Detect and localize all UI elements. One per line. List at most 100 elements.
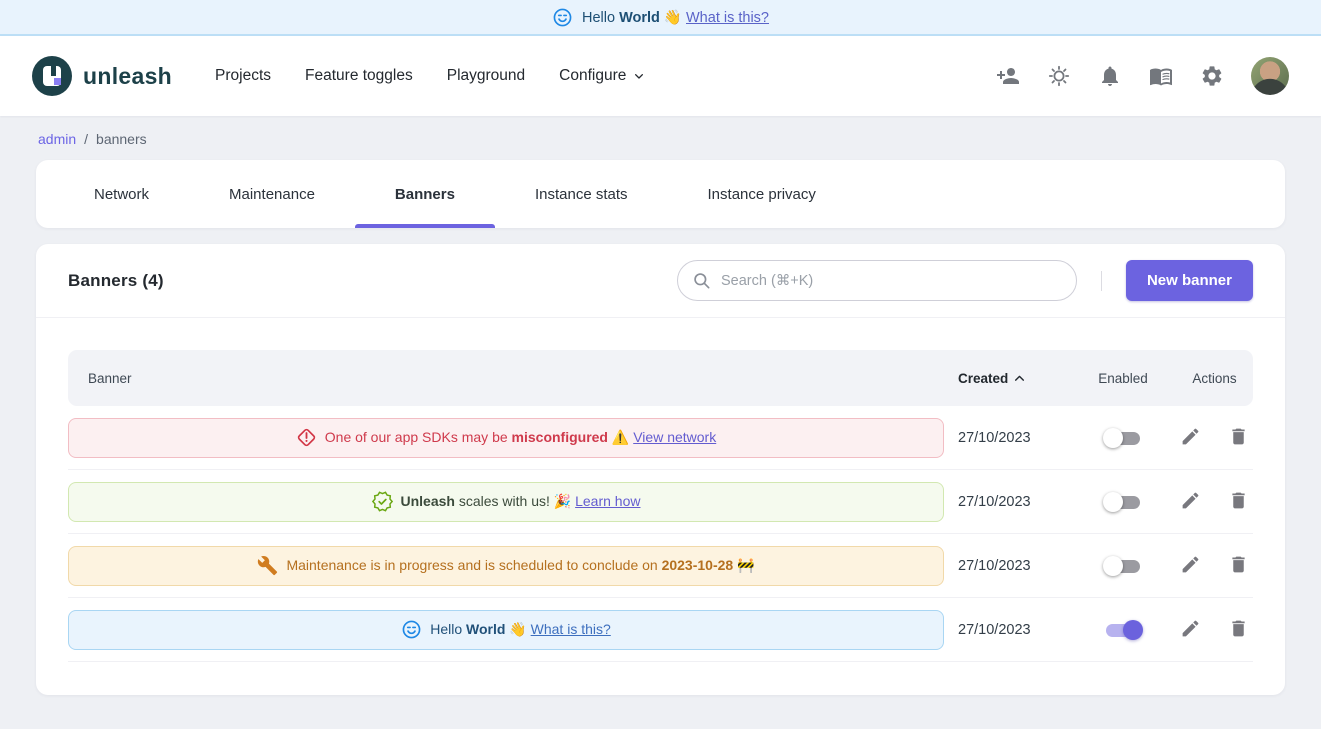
trash-icon: [1228, 490, 1249, 514]
wrench-icon: [257, 555, 278, 576]
theme-toggle-icon[interactable]: [1047, 64, 1071, 88]
table-body: One of our app SDKs may be misconfigured…: [68, 406, 1253, 662]
nav-item-label: Playground: [447, 67, 525, 85]
settings-icon[interactable]: [1200, 64, 1224, 88]
smiley-icon: [552, 7, 573, 28]
breadcrumb-current: banners: [96, 131, 147, 147]
tab-network[interactable]: Network: [54, 160, 189, 228]
report-icon: [296, 427, 317, 448]
enabled-toggle[interactable]: [1103, 555, 1143, 577]
enabled-toggle[interactable]: [1103, 619, 1143, 641]
nav-item-projects[interactable]: Projects: [198, 57, 288, 95]
banner-message-text: Hello World 👋 What is this?: [430, 621, 611, 638]
nav-item-playground[interactable]: Playground: [430, 57, 542, 95]
enabled-cell: [1070, 619, 1176, 641]
toggle-knob: [1103, 492, 1123, 512]
enabled-toggle[interactable]: [1103, 427, 1143, 449]
toggle-knob: [1103, 428, 1123, 448]
nav-item-configure[interactable]: Configure: [542, 57, 664, 95]
banner-link[interactable]: What is this?: [531, 621, 611, 637]
table-row: Maintenance is in progress and is schedu…: [68, 534, 1253, 598]
edit-banner-button[interactable]: [1180, 554, 1201, 578]
edit-banner-button[interactable]: [1180, 618, 1201, 642]
column-header-created[interactable]: Created: [958, 371, 1070, 386]
created-date: 27/10/2023: [958, 558, 1070, 574]
tab-instance-privacy[interactable]: Instance privacy: [668, 160, 856, 228]
edit-banner-button[interactable]: [1180, 490, 1201, 514]
delete-banner-button[interactable]: [1228, 618, 1249, 642]
banner-link[interactable]: What is this?: [686, 10, 769, 26]
announcement-text: Hello World 👋 What is this?: [582, 9, 769, 26]
delete-banner-button[interactable]: [1228, 554, 1249, 578]
nav-item-feature-toggles[interactable]: Feature toggles: [288, 57, 430, 95]
banner-text-segment: World: [619, 10, 660, 26]
banner-text-segment: 2023-10-28: [662, 557, 734, 573]
enabled-toggle[interactable]: [1103, 491, 1143, 513]
tab-instance-stats[interactable]: Instance stats: [495, 160, 668, 228]
breadcrumb-separator: /: [84, 131, 88, 147]
created-date: 27/10/2023: [958, 622, 1070, 638]
banner-message-text: One of our app SDKs may be misconfigured…: [325, 429, 716, 446]
unleash-logo[interactable]: unleash: [32, 56, 172, 96]
card-header: Banners (4) New banner: [36, 244, 1285, 318]
announcement-banner: Hello World 👋 What is this?: [0, 0, 1321, 36]
edit-icon: [1180, 490, 1201, 514]
breadcrumb-admin-link[interactable]: admin: [38, 131, 76, 147]
banner-text-segment: Hello: [430, 621, 466, 637]
toggle-knob: [1103, 556, 1123, 576]
main-nav: Projects Feature toggles Playground Configu…: [198, 57, 664, 95]
trash-icon: [1228, 618, 1249, 642]
banner-text-segment: 👋: [505, 621, 530, 637]
enabled-cell: [1070, 491, 1176, 513]
banner-message-success: Unleash scales with us! 🎉 Learn how: [68, 482, 944, 522]
banner-text-segment: 🚧: [733, 557, 754, 573]
notifications-icon[interactable]: [1098, 64, 1122, 88]
column-header-actions: Actions: [1176, 371, 1253, 386]
header-actions: [996, 57, 1289, 95]
new-banner-button[interactable]: New banner: [1126, 260, 1253, 301]
sort-ascending-icon: [1013, 372, 1026, 385]
documentation-icon[interactable]: [1149, 64, 1173, 88]
toolbar: New banner: [677, 260, 1253, 301]
actions-cell: [1176, 554, 1253, 578]
banner-link[interactable]: Learn how: [575, 493, 640, 509]
tab-banners[interactable]: Banners: [355, 160, 495, 228]
page-title: Banners (4): [68, 271, 164, 291]
banner-message-text: Unleash scales with us! 🎉 Learn how: [401, 493, 641, 510]
invite-user-icon[interactable]: [996, 64, 1020, 88]
enabled-cell: [1070, 427, 1176, 449]
logo-text: unleash: [83, 63, 172, 90]
banner-text-segment: World: [466, 621, 505, 637]
toolbar-divider: [1101, 271, 1102, 291]
banner-text-segment: misconfigured: [512, 429, 608, 445]
banner-text-segment: Maintenance is in progress and is schedu…: [286, 557, 661, 573]
table-header-row: Banner Created Enabled Actions: [68, 350, 1253, 406]
banner-message-warning: Maintenance is in progress and is schedu…: [68, 546, 944, 586]
banner-text-segment: 👋: [660, 10, 686, 26]
edit-banner-button[interactable]: [1180, 426, 1201, 450]
banner-text-segment: One of our app SDKs may be: [325, 429, 512, 445]
user-avatar[interactable]: [1251, 57, 1289, 95]
search-input[interactable]: [721, 273, 1062, 289]
banner-message-info: Hello World 👋 What is this?: [68, 610, 944, 650]
banner-text-segment: Unleash: [401, 493, 455, 509]
settings-tabs: NetworkMaintenanceBannersInstance statsI…: [36, 160, 1285, 228]
verified-icon: [372, 491, 393, 512]
table-row: One of our app SDKs may be misconfigured…: [68, 406, 1253, 470]
banner-link[interactable]: View network: [633, 429, 716, 445]
tab-maintenance[interactable]: Maintenance: [189, 160, 355, 228]
banners-table: Banner Created Enabled Actions One of ou…: [36, 318, 1285, 694]
table-row: Hello World 👋 What is this? 27/10/2023: [68, 598, 1253, 662]
column-header-enabled: Enabled: [1070, 371, 1176, 386]
app-header: unleash Projects Feature toggles Playgroun…: [0, 36, 1321, 116]
delete-banner-button[interactable]: [1228, 490, 1249, 514]
banner-text-segment: ⚠️: [608, 429, 633, 445]
banners-card: Banners (4) New banner Banner Created En…: [36, 244, 1285, 695]
actions-cell: [1176, 490, 1253, 514]
chevron-down-icon: [631, 68, 647, 84]
search-box: [677, 260, 1077, 301]
delete-banner-button[interactable]: [1228, 426, 1249, 450]
nav-item-label: Projects: [215, 67, 271, 85]
enabled-cell: [1070, 555, 1176, 577]
banner-message-text: Maintenance is in progress and is schedu…: [286, 557, 754, 574]
